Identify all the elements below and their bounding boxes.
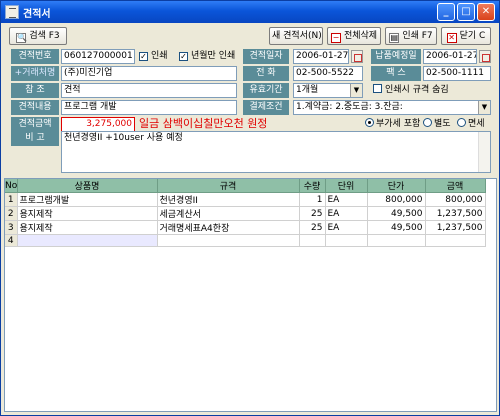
- phone-field[interactable]: 02-500-5522: [293, 66, 363, 81]
- column-header[interactable]: No: [5, 179, 18, 193]
- chevron-down-icon[interactable]: ▼: [350, 84, 362, 97]
- column-header[interactable]: 금액: [425, 179, 486, 193]
- estimate-date-label: 견적일자: [243, 49, 289, 64]
- price-cell[interactable]: 800,000: [367, 192, 426, 207]
- tax-separate-radio[interactable]: 별도: [423, 118, 451, 131]
- price-cell[interactable]: [367, 234, 426, 247]
- qty-cell[interactable]: 25: [299, 206, 326, 221]
- delete-all-button[interactable]: − 전체삭제: [327, 27, 381, 45]
- window-title: 견적서: [23, 9, 51, 20]
- delete-icon: −: [330, 33, 341, 43]
- amount-cell[interactable]: [425, 234, 486, 247]
- row-number: 4: [5, 234, 18, 247]
- fax-label: 팩 스: [371, 66, 421, 81]
- validity-label: 유효기간: [243, 83, 289, 98]
- client-name-field[interactable]: (주)미진기업: [61, 66, 237, 81]
- calendar-icon[interactable]: [479, 50, 491, 63]
- items-grid: No 상품명 규격 수량 단위 단가 금액 1 프로그램개발 천년경영II 1 …: [4, 178, 497, 412]
- product-cell[interactable]: 프로그램개발: [17, 192, 158, 207]
- estimate-window: 견적서 _ □ ✕ 🔍 검색 F3 새 견적서(N) − 전체삭제 ▤ 인쇄 F7 ✕…: [0, 0, 500, 416]
- fax-field[interactable]: 02-500-1111: [423, 66, 491, 81]
- estimate-number-field[interactable]: 060127000001: [61, 49, 135, 64]
- column-header[interactable]: 상품명: [17, 179, 158, 193]
- amount-cell[interactable]: 800,000: [425, 192, 486, 207]
- amount-label: 견적금액: [11, 117, 59, 132]
- phone-label: 전 화: [243, 66, 289, 81]
- qty-cell[interactable]: [299, 234, 326, 247]
- print-checkbox[interactable]: ✓ 인쇄: [139, 50, 168, 63]
- table-row[interactable]: 2 용지제작 세금계산서 25 EA 49,500 1,237,500: [5, 206, 486, 221]
- close-window-button[interactable]: ✕: [477, 3, 495, 21]
- close-button[interactable]: ✕ 닫기 C: [441, 27, 491, 45]
- qty-cell[interactable]: 1: [299, 192, 326, 207]
- row-number: 2: [5, 206, 18, 221]
- payment-terms-label: 결제조건: [243, 100, 289, 115]
- due-date-field[interactable]: 2006-01-27: [423, 49, 477, 64]
- amount-field[interactable]: 3,275,000: [61, 117, 135, 132]
- column-header[interactable]: 단위: [325, 179, 368, 193]
- unit-cell[interactable]: EA: [325, 192, 368, 207]
- title-bar: 견적서 _ □ ✕: [1, 1, 499, 23]
- tax-included-radio[interactable]: 부가세 포함: [365, 118, 420, 131]
- row-number: 1: [5, 192, 18, 207]
- new-estimate-button[interactable]: 새 견적서(N): [269, 27, 323, 45]
- payment-terms-select[interactable]: 1.계약금: 2.중도금: 3.잔금: ▼: [293, 100, 491, 115]
- note-label: 비 고: [11, 131, 59, 146]
- client-name-label[interactable]: +거래처명: [11, 66, 59, 81]
- row-number: 3: [5, 220, 18, 235]
- print-button[interactable]: ▤ 인쇄 F7: [385, 27, 437, 45]
- search-icon: 🔍: [16, 33, 28, 43]
- unit-cell[interactable]: EA: [325, 220, 368, 235]
- spec-cell[interactable]: 천년경영II: [157, 192, 300, 207]
- minimize-button[interactable]: _: [437, 3, 455, 21]
- column-header[interactable]: 수량: [299, 179, 326, 193]
- table-row[interactable]: 4: [5, 234, 486, 247]
- maximize-button[interactable]: □: [457, 3, 475, 21]
- calendar-icon[interactable]: [351, 50, 363, 63]
- spec-cell[interactable]: 거래명세표A4한장: [157, 220, 300, 235]
- hide-spec-checkbox[interactable]: 인쇄시 규격 숨김: [373, 84, 449, 97]
- amount-in-words: 일금 삼백이십칠만오천 원정: [139, 117, 268, 130]
- unit-cell[interactable]: EA: [325, 206, 368, 221]
- reference-field[interactable]: 견적: [61, 83, 237, 98]
- note-field[interactable]: 천년경영II +10user 사용 예정: [61, 131, 491, 173]
- due-date-label: 납품예정일: [371, 49, 421, 64]
- items-table: No 상품명 규격 수량 단위 단가 금액 1 프로그램개발 천년경영II 1 …: [5, 179, 486, 247]
- amount-cell[interactable]: 1,237,500: [425, 206, 486, 221]
- estimate-number-label: 견적번호: [11, 49, 59, 64]
- chevron-down-icon[interactable]: ▼: [478, 101, 490, 114]
- printer-icon: ▤: [389, 33, 400, 43]
- validity-select[interactable]: 1개월 ▼: [293, 83, 363, 98]
- table-header-row: No 상품명 규격 수량 단위 단가 금액: [5, 179, 486, 193]
- tax-exempt-radio[interactable]: 면세: [457, 118, 485, 131]
- amount-cell[interactable]: 1,237,500: [425, 220, 486, 235]
- reference-label: 참 조: [11, 83, 59, 98]
- content-field[interactable]: 프로그램 개발: [61, 100, 237, 115]
- year-month-only-checkbox[interactable]: ✓ 년월만 인쇄: [179, 50, 235, 63]
- unit-cell[interactable]: [325, 234, 368, 247]
- estimate-date-field[interactable]: 2006-01-27: [293, 49, 349, 64]
- product-cell[interactable]: [17, 234, 158, 247]
- note-scrollbar[interactable]: [478, 132, 490, 172]
- column-header[interactable]: 규격: [157, 179, 300, 193]
- price-cell[interactable]: 49,500: [367, 220, 426, 235]
- close-icon: ✕: [446, 33, 457, 43]
- column-header[interactable]: 단가: [367, 179, 426, 193]
- product-cell[interactable]: 용지제작: [17, 220, 158, 235]
- table-row[interactable]: 3 용지제작 거래명세표A4한장 25 EA 49,500 1,237,500: [5, 220, 486, 235]
- qty-cell[interactable]: 25: [299, 220, 326, 235]
- table-row[interactable]: 1 프로그램개발 천년경영II 1 EA 800,000 800,000: [5, 192, 486, 207]
- search-button[interactable]: 🔍 검색 F3: [9, 27, 67, 45]
- spec-cell[interactable]: [157, 234, 300, 247]
- content-label: 견적내용: [11, 100, 59, 115]
- product-cell[interactable]: 용지제작: [17, 206, 158, 221]
- spec-cell[interactable]: 세금계산서: [157, 206, 300, 221]
- price-cell[interactable]: 49,500: [367, 206, 426, 221]
- document-icon: [5, 5, 19, 19]
